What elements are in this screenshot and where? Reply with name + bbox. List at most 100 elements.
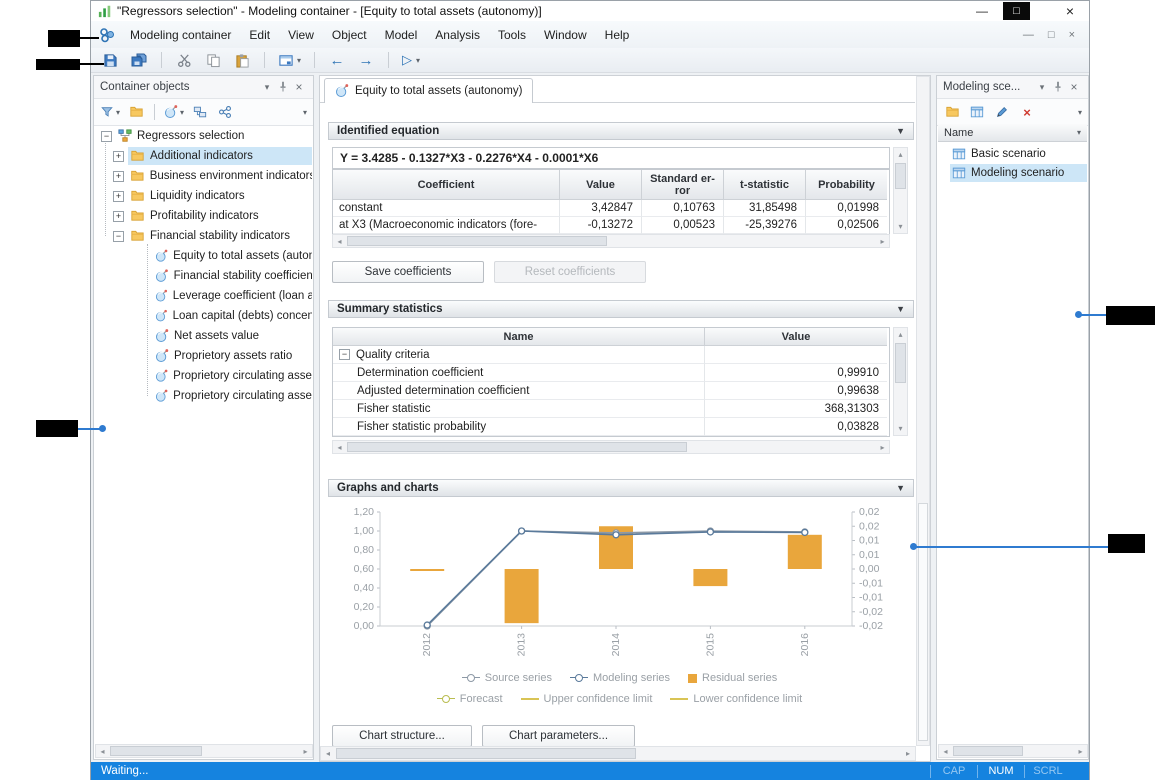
save-button[interactable] bbox=[101, 50, 119, 70]
mdi-restore-button[interactable]: □ bbox=[1048, 29, 1055, 41]
panel-chevron-icon[interactable]: ▾ bbox=[1034, 79, 1050, 95]
maximize-button[interactable]: □ bbox=[1003, 2, 1030, 20]
menu-item-edit[interactable]: Edit bbox=[240, 24, 279, 46]
menu-item-view[interactable]: View bbox=[279, 24, 323, 46]
scenario-item-modeling[interactable]: Modeling scenario bbox=[938, 163, 1087, 183]
scrollbar-thumb[interactable] bbox=[918, 503, 928, 741]
expand-expander-icon[interactable]: + bbox=[113, 171, 124, 182]
identified-equation-header[interactable]: Identified equation ▼ bbox=[328, 122, 914, 140]
scroll-left-arrow[interactable]: ◂ bbox=[939, 745, 952, 757]
table-cell[interactable]: 0,01998 bbox=[806, 200, 887, 217]
tree-item-financial-stability-coefficient[interactable]: Financial stability coefficient bbox=[95, 266, 312, 286]
summary-horizontal-scrollbar[interactable]: ◂ ▸ bbox=[332, 440, 890, 454]
menu-item-model[interactable]: Model bbox=[376, 24, 427, 46]
coefficients-vertical-scrollbar[interactable]: ▴ ▾ bbox=[893, 147, 908, 234]
scrollbar-thumb[interactable] bbox=[110, 746, 202, 756]
scenario-item-basic[interactable]: Basic scenario bbox=[938, 144, 1087, 164]
new-model-button[interactable]: ▾ bbox=[164, 102, 184, 122]
collapse-section-icon[interactable]: ▼ bbox=[896, 483, 905, 493]
tree-item-business-environment-indicators[interactable]: + Business environment indicators bbox=[95, 166, 312, 186]
tree-item-profitability-indicators[interactable]: + Profitability indicators bbox=[95, 206, 312, 226]
scrollbar-thumb[interactable] bbox=[336, 748, 636, 759]
tree-horizontal-scrollbar[interactable]: ◂ ▸ bbox=[95, 744, 313, 758]
tree-item-equity-to-total-assets[interactable]: Equity to total assets (autono bbox=[95, 246, 312, 266]
tree-item-loan-capital-concentration[interactable]: Loan capital (debts) concentra bbox=[95, 306, 312, 326]
table-cell[interactable]: constant bbox=[333, 200, 560, 217]
pin-icon[interactable] bbox=[1050, 79, 1066, 95]
panel-chevron-icon[interactable]: ▾ bbox=[259, 79, 275, 95]
column-header[interactable]: Standard er- ror bbox=[642, 170, 724, 200]
expand-expander-icon[interactable]: + bbox=[113, 211, 124, 222]
panel-close-icon[interactable]: × bbox=[1066, 79, 1082, 95]
scroll-left-arrow[interactable]: ◂ bbox=[96, 745, 109, 757]
table-cell[interactable]: 0,02506 bbox=[806, 217, 887, 234]
document-vertical-scrollbar[interactable] bbox=[916, 76, 930, 746]
reset-coefficients-button[interactable]: Reset coefficients bbox=[494, 261, 646, 283]
chart-structure-button[interactable]: Chart structure... bbox=[332, 725, 472, 747]
chart-parameters-button[interactable]: Chart parameters... bbox=[482, 725, 635, 747]
tree-item-net-assets-value[interactable]: Net assets value bbox=[95, 326, 312, 346]
table-cell[interactable]: 0,99638 bbox=[705, 382, 887, 400]
scroll-left-arrow[interactable]: ◂ bbox=[333, 441, 346, 453]
new-scenario-button[interactable] bbox=[968, 102, 986, 122]
table-cell[interactable]: 0,99910 bbox=[705, 364, 887, 382]
mdi-close-button[interactable]: × bbox=[1069, 29, 1075, 41]
table-cell[interactable]: 0,00523 bbox=[642, 217, 724, 234]
column-header[interactable]: Coefficient bbox=[333, 170, 560, 200]
save-coefficients-button[interactable]: Save coefficients bbox=[332, 261, 484, 283]
column-header[interactable]: Value bbox=[560, 170, 642, 200]
scrollbar-thumb[interactable] bbox=[953, 746, 1023, 756]
toolbar-overflow-chevron[interactable]: ▾ bbox=[303, 108, 307, 117]
scrollbar-thumb[interactable] bbox=[347, 442, 687, 452]
menu-item-window[interactable]: Window bbox=[535, 24, 596, 46]
properties-window-button[interactable]: ▾ bbox=[278, 50, 301, 70]
tab-equity-to-total-assets[interactable]: Equity to total assets (autonomy) bbox=[324, 78, 533, 103]
distribute-button[interactable] bbox=[191, 102, 209, 122]
chevron-down-icon[interactable]: ▾ bbox=[1077, 128, 1081, 137]
table-cell[interactable]: 3,42847 bbox=[560, 200, 642, 217]
scrollbar-thumb[interactable] bbox=[895, 343, 906, 383]
table-cell[interactable]: Adjusted determination coefficient bbox=[333, 382, 705, 400]
table-cell[interactable]: 0,03828 bbox=[705, 418, 887, 436]
scroll-left-arrow[interactable]: ◂ bbox=[321, 747, 335, 760]
new-folder-button[interactable] bbox=[943, 102, 961, 122]
share-button[interactable] bbox=[216, 102, 234, 122]
column-header[interactable]: t-statistic bbox=[724, 170, 806, 200]
table-cell[interactable]: -0,13272 bbox=[560, 217, 642, 234]
scenarios-column-header[interactable]: Name ▾ bbox=[938, 124, 1087, 142]
run-calculation-button[interactable]: ▷▾ bbox=[402, 50, 420, 70]
mdi-minimize-button[interactable]: — bbox=[1023, 29, 1034, 41]
cut-button[interactable] bbox=[175, 50, 193, 70]
back-button[interactable]: ← bbox=[328, 50, 346, 70]
table-cell[interactable]: 0,10763 bbox=[642, 200, 724, 217]
menu-item-modeling-container[interactable]: Modeling container bbox=[121, 24, 240, 46]
tree-item-liquidity-indicators[interactable]: + Liquidity indicators bbox=[95, 186, 312, 206]
collapse-expander-icon[interactable]: − bbox=[101, 131, 112, 142]
document-horizontal-scrollbar[interactable]: ◂ ▸ bbox=[320, 746, 916, 761]
collapse-section-icon[interactable]: ▼ bbox=[896, 126, 905, 136]
new-folder-button[interactable] bbox=[127, 102, 145, 122]
toolbar-overflow-chevron[interactable]: ▾ bbox=[1078, 108, 1082, 117]
paste-button[interactable] bbox=[233, 50, 251, 70]
table-cell[interactable]: -25,39276 bbox=[724, 217, 806, 234]
table-cell[interactable]: at X3 (Macroeconomic indicators (fore- bbox=[333, 217, 560, 234]
scroll-right-arrow[interactable]: ▸ bbox=[1074, 745, 1087, 757]
menu-item-tools[interactable]: Tools bbox=[489, 24, 535, 46]
tree-item-proprietory-circulating-assets[interactable]: Proprietory circulating assets bbox=[95, 366, 312, 386]
collapse-section-icon[interactable]: ▼ bbox=[896, 304, 905, 314]
scroll-down-arrow[interactable]: ▾ bbox=[894, 220, 907, 233]
pin-icon[interactable] bbox=[275, 79, 291, 95]
filter-button[interactable]: ▾ bbox=[100, 102, 120, 122]
minimize-button[interactable]: — bbox=[967, 1, 997, 20]
table-cell[interactable]: Fisher statistic bbox=[333, 400, 705, 418]
table-cell[interactable]: Determination coefficient bbox=[333, 364, 705, 382]
graphs-and-charts-header[interactable]: Graphs and charts ▼ bbox=[328, 479, 914, 497]
tree-item-leverage-coefficient[interactable]: Leverage coefficient (loan ass bbox=[95, 286, 312, 306]
scroll-left-arrow[interactable]: ◂ bbox=[333, 235, 346, 247]
table-cell[interactable]: 368,31303 bbox=[705, 400, 887, 418]
menu-item-help[interactable]: Help bbox=[596, 24, 639, 46]
save-all-button[interactable] bbox=[130, 50, 148, 70]
tree-item-additional-indicators[interactable]: + Additional indicators bbox=[95, 146, 312, 166]
collapse-expander-icon[interactable]: − bbox=[339, 349, 350, 360]
scroll-right-arrow[interactable]: ▸ bbox=[901, 747, 915, 760]
